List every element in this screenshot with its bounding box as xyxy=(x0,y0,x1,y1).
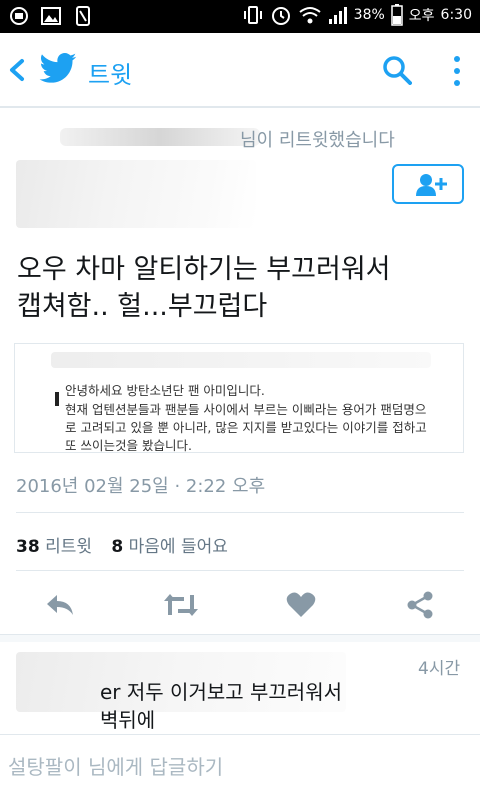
alarm-icon xyxy=(271,7,290,25)
redacted-retweeter-name xyxy=(60,128,260,146)
screenshot-notification-icon xyxy=(72,5,94,27)
reply-time: 4시간 xyxy=(418,659,461,679)
follow-button[interactable] xyxy=(392,164,464,204)
tweet-timestamp: 2016년 02월 25일 · 2:22 오후 xyxy=(16,476,266,497)
retweet-context-text: 님이 리트윗했습니다 xyxy=(240,130,395,151)
tweet-actions xyxy=(0,585,480,625)
tweet-text-line: 오우 차마 알티하기는 부끄러워서 xyxy=(17,254,391,285)
reply-input-placeholder[interactable]: 설탕팔이 님에게 답글하기 xyxy=(8,751,223,780)
retweet-count[interactable]: 38 리트윗 xyxy=(16,537,106,557)
search-icon[interactable] xyxy=(382,55,412,85)
notification-app-icon xyxy=(8,5,30,27)
share-icon[interactable] xyxy=(404,589,436,621)
like-heart-icon[interactable] xyxy=(285,589,317,621)
reply-text: er 저두 이거보고 부끄러워서 벽뒤에 xyxy=(100,678,470,734)
add-user-icon xyxy=(416,174,447,196)
image-text-line: 현재 업텐션분들과 팬분들 사이에서 부르는 이삐라는 용어가 팬덤명으 xyxy=(65,402,427,417)
battery-icon xyxy=(391,4,403,26)
back-icon[interactable] xyxy=(6,55,28,85)
reply-text-line: 벽뒤에 xyxy=(100,708,156,732)
reply-composer[interactable]: 설탕팔이 님에게 답글하기 xyxy=(0,734,480,797)
image-text-line: 로 고려되고 있을 뿐 아니라, 많은 지지를 받고있다는 이야기를 접하고 xyxy=(65,420,427,435)
clock-time: 6:30 xyxy=(440,7,472,23)
image-text-line: 안녕하세요 방탄소년단 팬 아미입니다. xyxy=(65,383,265,398)
signal-icon xyxy=(328,7,347,24)
wifi-icon xyxy=(299,7,321,24)
reply-icon[interactable] xyxy=(44,589,76,621)
clock-ampm: 오후 xyxy=(408,8,435,24)
reply-text-partial: er xyxy=(100,680,121,704)
divider xyxy=(16,570,464,571)
reply-text-line: 저두 이거보고 부끄러워서 xyxy=(126,680,343,704)
like-count[interactable]: 8 마음에 들어요 xyxy=(111,537,242,557)
divider xyxy=(16,512,464,513)
retweet-icon[interactable] xyxy=(162,589,200,621)
app-bar: 트윗 xyxy=(0,33,480,108)
image-mark xyxy=(55,392,59,406)
vibrate-icon xyxy=(243,6,262,24)
section-separator xyxy=(0,634,480,642)
tweet-text: 오우 차마 알티하기는 부끄러워서 캡쳐함.. 헐...부끄럽다 xyxy=(17,251,467,325)
page-title: 트윗 xyxy=(88,61,133,89)
retweet-context: 님이 리트윗했습니다 xyxy=(0,124,480,151)
battery-percent: 38% xyxy=(353,7,385,23)
twitter-bird-icon xyxy=(39,53,77,83)
image-notification-icon xyxy=(40,5,62,27)
tweet-stats: 38 리트윗 8 마음에 들어요 xyxy=(16,532,242,557)
redacted-author-info[interactable] xyxy=(16,160,256,228)
status-bar: 38% 오후 6:30 xyxy=(0,0,480,33)
image-text-line: 또 쓰이는것을 봤습니다. xyxy=(65,438,192,453)
tweet-text-line: 캡쳐함.. 헐...부끄럽다 xyxy=(17,291,268,322)
tweet-image[interactable]: 안녕하세요 방탄소년단 팬 아미입니다. 현재 업텐션분들과 팬분들 사이에서 … xyxy=(14,343,464,453)
more-options-icon[interactable] xyxy=(450,53,464,89)
redacted-image-header xyxy=(51,352,431,368)
